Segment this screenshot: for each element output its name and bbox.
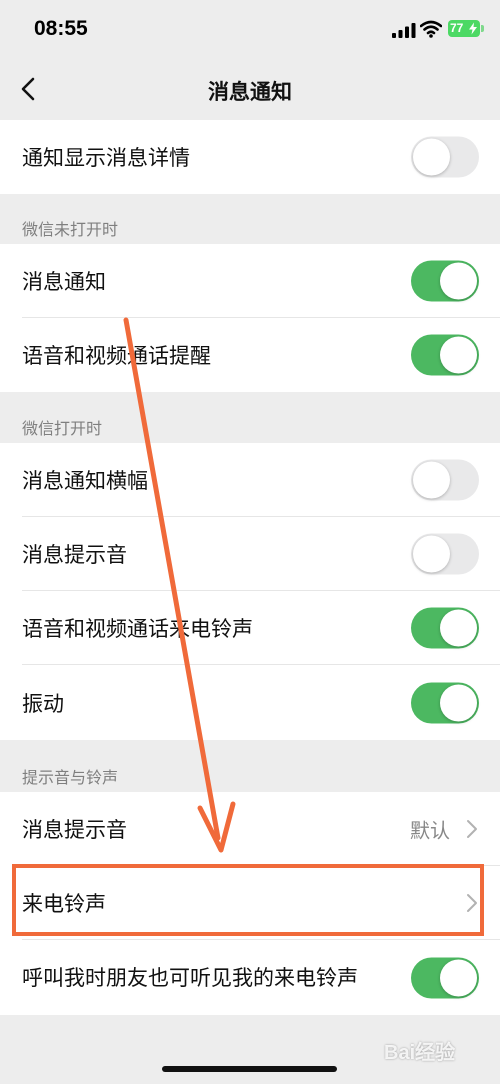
row-show-details[interactable]: 通知显示消息详情 [0, 120, 500, 194]
watermark: Bai经验 [384, 1042, 456, 1064]
row-notify-banner[interactable]: 消息通知横幅 [0, 443, 500, 517]
call-ringtone-toggle[interactable] [411, 607, 479, 649]
status-time: 08:55 [34, 17, 88, 40]
toggle-knob [440, 959, 477, 996]
friends-hear-toggle[interactable] [411, 957, 479, 998]
vibrate-toggle[interactable] [411, 682, 479, 723]
row-label: 消息通知 [22, 270, 106, 294]
battery-icon: 77 [448, 20, 484, 37]
show-details-toggle[interactable] [411, 136, 479, 178]
row-sound-setting[interactable]: 消息提示音 默认 [0, 792, 500, 866]
toggle-knob [440, 262, 477, 300]
section-header-sound: 提示音与铃声 [22, 768, 119, 787]
toggle-knob [413, 461, 450, 499]
call-remind-toggle[interactable] [411, 334, 479, 376]
message-sound-toggle[interactable] [411, 533, 479, 575]
home-indicator [162, 1066, 337, 1072]
row-friends-hear-ringtone[interactable]: 呼叫我时朋友也可听见我的来电铃声 [0, 940, 500, 1015]
row-label: 语音和视频通话提醒 [22, 344, 211, 368]
message-notify-toggle[interactable] [411, 260, 479, 302]
status-bar: 08:55 77 [0, 0, 500, 62]
toggle-knob [440, 609, 477, 647]
notify-banner-toggle[interactable] [411, 459, 479, 501]
chevron-right-icon [467, 894, 477, 912]
sound-setting-value: 默认 [410, 818, 450, 843]
row-label: 消息提示音 [22, 818, 127, 842]
row-call-remind[interactable]: 语音和视频通话提醒 [0, 318, 500, 392]
row-label: 消息通知横幅 [22, 469, 148, 493]
battery-level: 77 [450, 21, 464, 35]
row-message-notify[interactable]: 消息通知 [0, 244, 500, 318]
row-label: 来电铃声 [22, 892, 106, 916]
toggle-knob [440, 684, 477, 721]
toggle-knob [413, 535, 450, 573]
signal-icon [392, 23, 416, 38]
toggle-knob [413, 138, 450, 176]
page-title: 消息通知 [208, 80, 292, 104]
chevron-right-icon [467, 820, 477, 838]
row-message-sound[interactable]: 消息提示音 [0, 517, 500, 591]
row-call-ringtone[interactable]: 语音和视频通话来电铃声 [0, 591, 500, 665]
charging-icon [469, 22, 477, 35]
row-label: 呼叫我时朋友也可听见我的来电铃声 [22, 965, 358, 990]
row-ringtone[interactable]: 来电铃声 [0, 866, 500, 940]
section-header-open: 微信打开时 [22, 419, 103, 438]
row-vibrate[interactable]: 振动 [0, 665, 500, 740]
row-label: 语音和视频通话来电铃声 [22, 617, 253, 641]
nav-bar: 消息通知 [0, 62, 500, 118]
wifi-icon [420, 20, 442, 38]
row-label: 通知显示消息详情 [22, 146, 190, 170]
row-label: 振动 [22, 691, 64, 716]
toggle-knob [440, 336, 477, 374]
section-header-closed: 微信未打开时 [22, 220, 119, 239]
row-label: 消息提示音 [22, 543, 127, 567]
battery-cap [481, 25, 484, 32]
